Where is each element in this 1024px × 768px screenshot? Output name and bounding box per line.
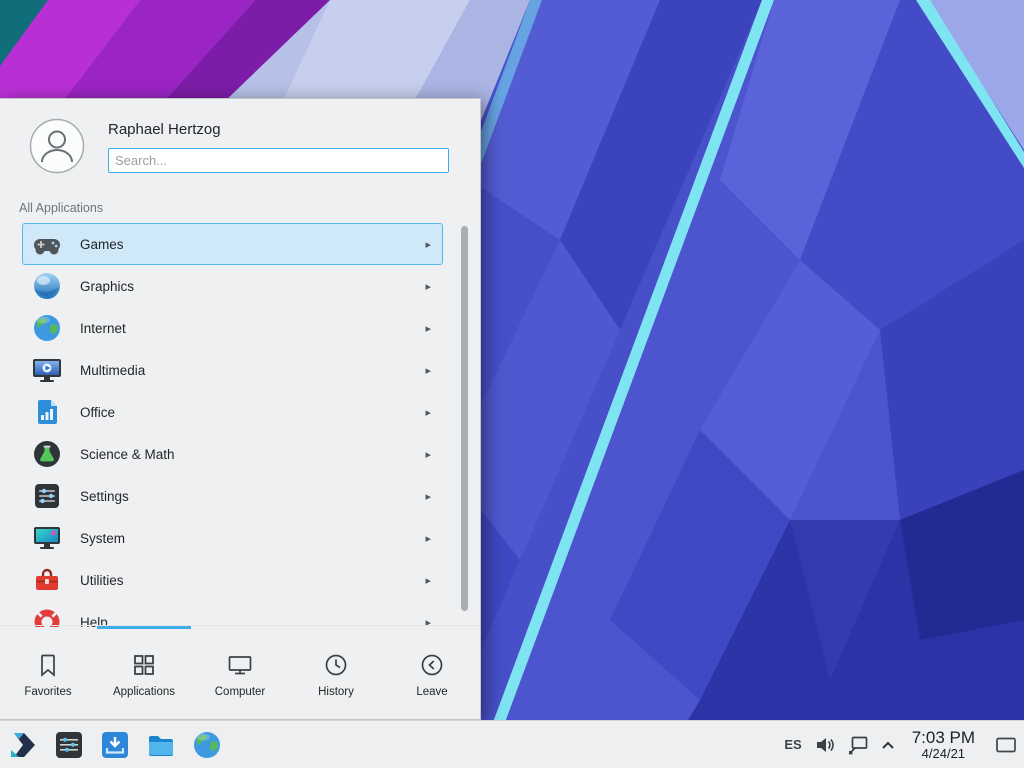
show-desktop-button[interactable]: [992, 725, 1020, 765]
submenu-arrow-icon: ▸: [425, 322, 431, 335]
clock-date: 4/24/21: [912, 747, 975, 762]
web-browser-button[interactable]: [191, 729, 223, 761]
tab-history[interactable]: History: [288, 626, 384, 719]
gamepad-icon: [31, 228, 63, 260]
tray-expand-arrow-icon[interactable]: [881, 740, 895, 750]
show-desktop-icon: [995, 736, 1017, 754]
multimedia-icon: [31, 354, 63, 386]
user-icon: [29, 118, 85, 174]
tab-label: Applications: [113, 686, 175, 698]
submenu-arrow-icon: ▸: [425, 490, 431, 503]
tab-label: History: [318, 686, 354, 698]
tab-label: Leave: [416, 686, 447, 698]
submenu-arrow-icon: ▸: [425, 406, 431, 419]
kickoff-icon: [7, 729, 39, 761]
category-label: System: [80, 531, 125, 546]
category-item-games[interactable]: Games ▸: [22, 223, 443, 265]
tab-favorites[interactable]: Favorites: [0, 626, 96, 719]
category-label: Internet: [80, 321, 126, 336]
active-tab-indicator: [97, 626, 191, 629]
search-input[interactable]: [108, 148, 449, 173]
tab-computer[interactable]: Computer: [192, 626, 288, 719]
launcher-header: Raphael Hertzog: [0, 99, 480, 191]
toolbox-icon: [31, 564, 63, 596]
folder-icon: [145, 729, 177, 761]
section-label: All Applications: [19, 201, 103, 215]
category-item-system[interactable]: System ▸: [22, 517, 443, 559]
monitor-icon: [226, 651, 254, 679]
category-item-settings[interactable]: Settings ▸: [22, 475, 443, 517]
file-manager-button[interactable]: [145, 729, 177, 761]
tab-label: Computer: [215, 686, 266, 698]
category-label: Utilities: [80, 573, 124, 588]
launcher-tab-bar: Favorites Applications: [0, 625, 480, 719]
category-list: Games ▸ Graphics ▸: [0, 223, 480, 627]
clock-icon: [322, 651, 350, 679]
submenu-arrow-icon: ▸: [425, 280, 431, 293]
submenu-arrow-icon: ▸: [425, 574, 431, 587]
volume-icon[interactable]: [815, 735, 835, 755]
digital-clock[interactable]: 7:03 PM 4/24/21: [908, 728, 979, 762]
leave-icon: [418, 651, 446, 679]
submenu-arrow-icon: ▸: [425, 448, 431, 461]
category-label: Settings: [80, 489, 129, 504]
grid-icon: [130, 651, 158, 679]
keyboard-layout-indicator[interactable]: ES: [784, 737, 801, 752]
terminal-settings-button[interactable]: [53, 729, 85, 761]
user-name: Raphael Hertzog: [108, 121, 221, 138]
category-item-graphics[interactable]: Graphics ▸: [22, 265, 443, 307]
clock-time: 7:03 PM: [912, 728, 975, 747]
graphics-icon: [31, 270, 63, 302]
bookmark-icon: [34, 651, 62, 679]
dark-panel-icon: [53, 729, 85, 761]
submenu-arrow-icon: ▸: [425, 364, 431, 377]
category-item-office[interactable]: Office ▸: [22, 391, 443, 433]
tab-leave[interactable]: Leave: [384, 626, 480, 719]
category-label: Science & Math: [80, 447, 175, 462]
category-item-science-math[interactable]: Science & Math ▸: [22, 433, 443, 475]
submenu-arrow-icon: ▸: [425, 532, 431, 545]
category-item-help[interactable]: Help ▸: [22, 601, 443, 627]
desktop: Raphael Hertzog All Applications Games ▸: [0, 0, 1024, 768]
tab-label: Favorites: [24, 686, 71, 698]
scrollbar-thumb[interactable]: [461, 226, 468, 611]
tab-applications[interactable]: Applications: [96, 626, 192, 719]
category-label: Graphics: [80, 279, 134, 294]
globe-icon: [31, 312, 63, 344]
taskbar-launchers: [0, 729, 223, 761]
network-icon[interactable]: [848, 735, 868, 755]
sliders-icon: [31, 480, 63, 512]
taskbar: ES 7:03: [0, 720, 1024, 768]
category-item-multimedia[interactable]: Multimedia ▸: [22, 349, 443, 391]
life-ring-icon: [31, 606, 63, 627]
system-monitor-icon: [31, 522, 63, 554]
application-launcher-menu: Raphael Hertzog All Applications Games ▸: [0, 98, 481, 720]
category-label: Games: [80, 237, 124, 252]
system-tray: ES 7:03: [784, 725, 1024, 765]
flask-icon: [31, 438, 63, 470]
software-center-button[interactable]: [99, 729, 131, 761]
app-launcher-button[interactable]: [7, 729, 39, 761]
category-item-internet[interactable]: Internet ▸: [22, 307, 443, 349]
submenu-arrow-icon: ▸: [425, 238, 431, 251]
document-icon: [31, 396, 63, 428]
software-center-icon: [99, 729, 131, 761]
category-label: Office: [80, 405, 115, 420]
scrollbar[interactable]: [461, 226, 468, 611]
user-avatar[interactable]: [29, 118, 85, 174]
browser-globe-icon: [191, 729, 223, 761]
category-item-utilities[interactable]: Utilities ▸: [22, 559, 443, 601]
category-label: Multimedia: [80, 363, 145, 378]
